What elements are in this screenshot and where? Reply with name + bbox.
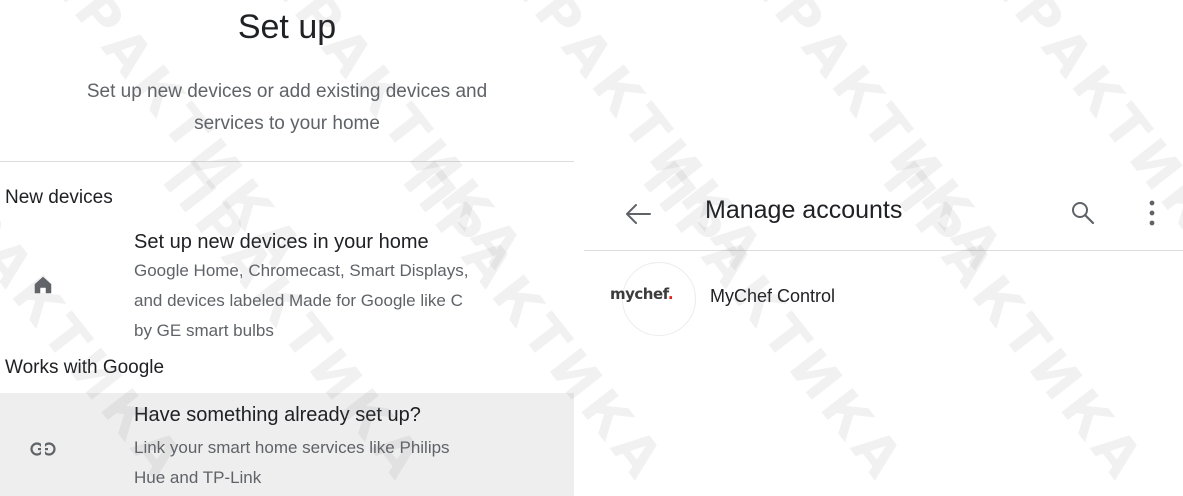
subtitle-line: Set up new devices or add existing devic…	[86, 81, 488, 102]
arrow-back-icon[interactable]	[624, 202, 652, 226]
works-with-google-description: Link your smart home services like Phili…	[134, 433, 554, 493]
section-heading-works-with-google: Works with Google	[5, 357, 165, 378]
manage-accounts-panel: Manage accounts mychef. MyChef Control	[584, 0, 1183, 496]
new-devices-item[interactable]: Set up new devices in your home Google H…	[0, 222, 574, 350]
new-devices-description: Google Home, Chromecast, Smart Displays,…	[134, 256, 554, 346]
description-line: Google Home, Chromecast, Smart Displays,	[134, 261, 469, 280]
page-title: Manage accounts	[705, 196, 903, 224]
home-icon	[30, 272, 56, 298]
new-devices-title: Set up new devices in your home	[134, 231, 429, 253]
divider	[584, 250, 1183, 251]
app-bar: Manage accounts	[584, 182, 1183, 248]
subtitle-line: services to your home	[194, 113, 380, 134]
description-line: and devices labeled Made for Google like…	[134, 291, 463, 310]
works-with-google-title: Have something already set up?	[134, 404, 421, 426]
description-line: Link your smart home services like Phili…	[134, 438, 450, 457]
description-line: Hue and TP-Link	[134, 468, 262, 487]
works-with-google-item[interactable]: Have something already set up? Link your…	[0, 393, 574, 496]
link-icon	[30, 436, 56, 462]
divider	[0, 161, 574, 162]
mychef-logo-text: mychef.	[610, 285, 674, 303]
page-subtitle: Set up new devices or add existing devic…	[0, 76, 574, 140]
description-line: by GE smart bulbs	[134, 321, 274, 340]
account-name: MyChef Control	[710, 286, 836, 306]
search-icon[interactable]	[1070, 200, 1096, 226]
page-title: Set up	[237, 8, 337, 46]
setup-panel: Set up Set up new devices or add existin…	[0, 0, 574, 496]
section-heading-new-devices: New devices	[5, 187, 113, 208]
more-vert-icon[interactable]	[1142, 196, 1162, 230]
account-item-mychef[interactable]: mychef. MyChef Control	[584, 258, 1183, 338]
